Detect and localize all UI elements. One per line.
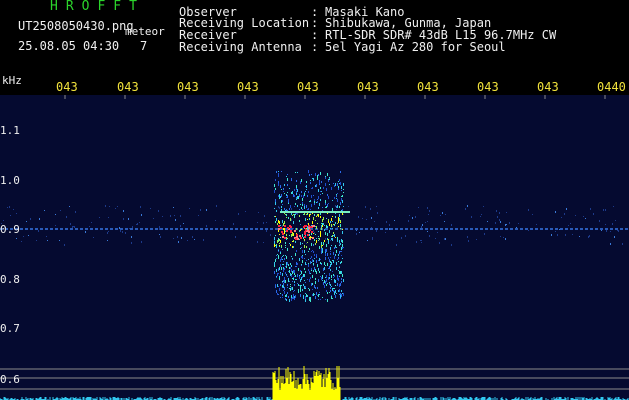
time-tick-1: 043 [56, 80, 78, 94]
time-tick-10: 0440 [597, 80, 626, 94]
frequency-unit-label: kHz [2, 74, 22, 87]
time-tick-3: 043 [177, 80, 199, 94]
meteor-count: 7 [140, 39, 148, 53]
time-tick-2: 043 [117, 80, 139, 94]
freq-tick-0-7: 0.7 [0, 322, 20, 335]
spectrogram [0, 95, 629, 400]
freq-tick-1-1: 1.1 [0, 124, 20, 137]
freq-tick-0-9: 0.9 [0, 223, 20, 236]
freq-tick-1-0: 1.0 [0, 174, 20, 187]
freq-tick-0-8: 0.8 [0, 273, 20, 286]
time-tick-7: 043 [417, 80, 439, 94]
hrofft-screen: HROFFT UT2508050430.png meteor 25.08.05 … [0, 0, 629, 400]
antenna-label: Receiving Antenna [179, 40, 302, 54]
antenna-value: 5el Yagi Az 280 for Seoul [325, 40, 506, 54]
time-tick-4: 043 [237, 80, 259, 94]
time-tick-6: 043 [357, 80, 379, 94]
time-tick-9: 043 [537, 80, 559, 94]
freq-tick-0-6: 0.6 [0, 373, 20, 386]
antenna-separator: : [311, 40, 319, 54]
time-tick-5: 043 [297, 80, 319, 94]
meteor-label: meteor [125, 25, 165, 38]
time-tick-8: 043 [477, 80, 499, 94]
filename-label: UT2508050430.png [18, 19, 134, 33]
datetime-label: 25.08.05 04:30 [18, 39, 120, 53]
app-logo: HROFFT [50, 0, 145, 14]
